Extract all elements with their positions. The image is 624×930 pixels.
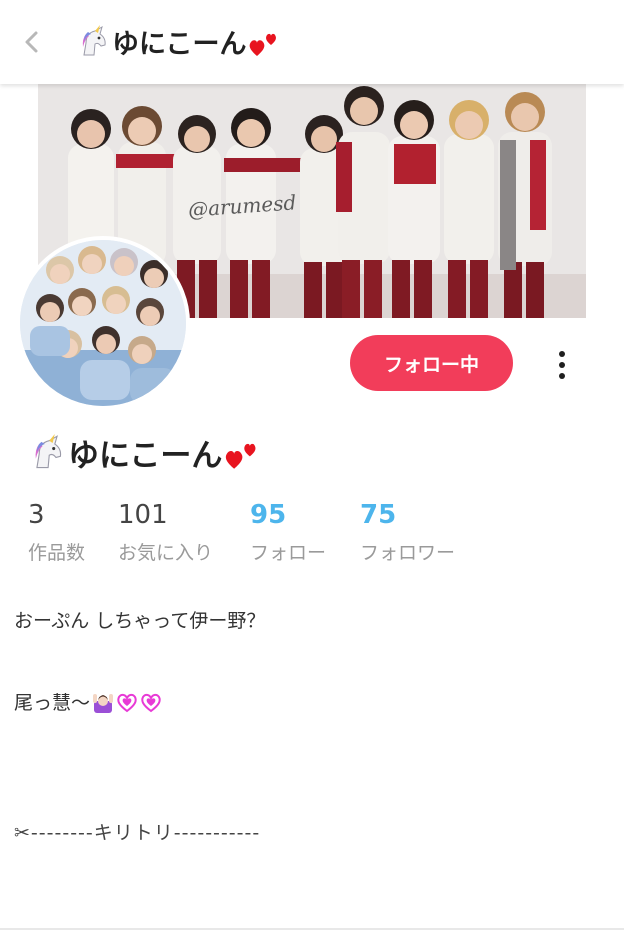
stat-favorites-label: お気に入り — [118, 542, 214, 564]
stat-works: 3 作品数 — [28, 498, 85, 566]
app-header: ゆにこーん — [0, 0, 624, 84]
bio-line-2: 尾っ慧〜 — [14, 688, 162, 715]
sparkling-heart-icon — [117, 693, 137, 712]
stat-following-value: 95 — [250, 500, 287, 530]
more-vertical-icon — [559, 351, 565, 357]
stat-followers[interactable]: 75 フォロワー — [360, 498, 455, 566]
bio-line-1: おーぷん しちゃって伊ー野？ — [14, 610, 266, 632]
profile-name-row: ゆにこーん — [28, 430, 260, 475]
header-title-row: ゆにこーん — [76, 22, 280, 61]
two-hearts-icon — [250, 33, 277, 56]
two-hearts-icon — [226, 443, 256, 469]
bio-line-2-text: 尾っ慧〜 — [14, 692, 91, 714]
more-options-button[interactable] — [546, 345, 578, 385]
back-button[interactable] — [14, 24, 50, 60]
avatar-illustration — [20, 240, 186, 406]
unicorn-icon — [82, 24, 106, 55]
following-button[interactable]: フォロー中 — [350, 335, 513, 391]
bio-line-3: ✂--------キリトリ----------- — [14, 822, 261, 844]
chevron-left-icon — [25, 31, 38, 53]
stat-following-label: フォロー — [250, 542, 327, 564]
stat-followers-value: 75 — [360, 500, 397, 530]
unicorn-icon — [35, 433, 62, 468]
header-title: ゆにこーん — [112, 29, 247, 60]
stat-following[interactable]: 95 フォロー — [250, 498, 326, 566]
profile-avatar[interactable] — [16, 236, 190, 410]
more-vertical-icon-dot — [559, 373, 565, 379]
stat-works-label: 作品数 — [28, 542, 86, 564]
sparkling-heart-icon — [141, 693, 161, 712]
woman-raising-hands-icon — [93, 693, 114, 713]
profile-name: ゆにこーん — [68, 438, 223, 474]
stat-works-value: 3 — [28, 500, 45, 530]
stat-followers-label: フォロワー — [360, 542, 456, 564]
profile-stats: 3 作品数 101 お気に入り 95 フォロー 75 フォロワー — [28, 498, 608, 572]
more-vertical-icon-dot — [559, 362, 565, 368]
stat-favorites: 101 お気に入り — [118, 498, 213, 566]
stat-favorites-value: 101 — [118, 500, 168, 530]
